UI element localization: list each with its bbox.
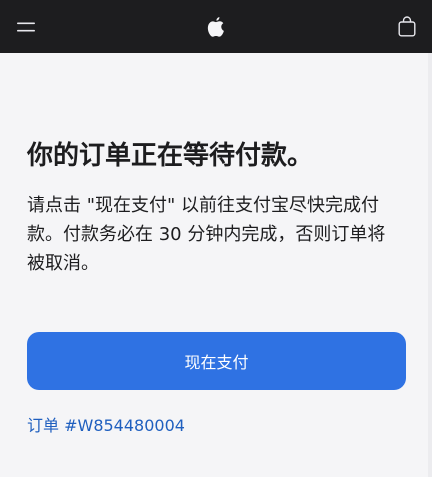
pay-now-button[interactable]: 现在支付 (27, 332, 406, 390)
menu-button[interactable] (10, 0, 42, 53)
global-nav-bar (0, 0, 432, 53)
hamburger-menu-icon (17, 22, 35, 31)
scrollbar-track[interactable] (428, 53, 432, 477)
checkout-page: 你的订单正在等待付款。 请点击 "现在支付" 以前往支付宝尽快完成付款。付款务必… (0, 0, 432, 477)
page-title: 你的订单正在等待付款。 (27, 141, 314, 171)
order-number-link[interactable]: 订单 #W854480004 (27, 413, 185, 439)
bag-button[interactable] (393, 0, 421, 53)
payment-instructions: 请点击 "现在支付" 以前往支付宝尽快完成付款。付款务必在 30 分钟内完成，否… (27, 195, 386, 274)
apple-logo-icon (207, 16, 224, 37)
shopping-bag-icon (398, 16, 416, 37)
apple-logo-link[interactable] (199, 0, 233, 53)
